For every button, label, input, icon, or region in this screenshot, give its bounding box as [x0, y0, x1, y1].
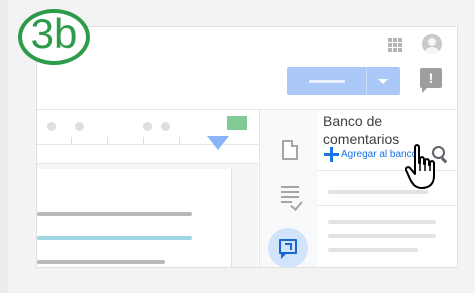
document-icon[interactable]: [282, 140, 298, 160]
step-badge: 3b: [18, 9, 90, 65]
document-page[interactable]: [37, 169, 231, 267]
top-header: !: [37, 27, 457, 110]
classroom-grading-window: ! Banco de comentarios Agregar al banco: [37, 27, 457, 267]
hand-cursor-icon: [405, 144, 435, 189]
split-action-button[interactable]: [287, 67, 400, 95]
account-avatar-icon[interactable]: [422, 34, 442, 54]
add-to-bank-link[interactable]: Agregar al banco: [324, 147, 417, 162]
ruler-dot: [161, 122, 170, 131]
side-tool-strip: [259, 110, 319, 267]
comment-bank-tab[interactable]: [268, 228, 308, 267]
ruler-margin-marker[interactable]: [227, 116, 247, 130]
primary-action-button[interactable]: [287, 67, 367, 95]
text-line-placeholder: [37, 212, 192, 216]
divider: [318, 205, 457, 206]
comment-bank-icon: [279, 239, 297, 259]
plus-icon: [324, 147, 339, 162]
ruler-dot: [143, 122, 152, 131]
ruler-dot: [75, 122, 84, 131]
feedback-icon[interactable]: !: [420, 68, 442, 93]
background-panel-edge: [0, 0, 8, 293]
comment-placeholder: [328, 248, 418, 252]
document-canvas: [37, 164, 258, 267]
comment-placeholder: [328, 220, 436, 224]
step-label: 3b: [30, 10, 78, 57]
ruler-dot: [47, 122, 56, 131]
apps-grid-icon[interactable]: [388, 38, 402, 52]
highlighted-text-line[interactable]: [37, 236, 192, 240]
chevron-down-icon[interactable]: [367, 67, 400, 95]
comment-placeholder: [328, 234, 436, 238]
document-ruler: [37, 110, 258, 164]
ruler-indent-marker[interactable]: [207, 136, 229, 150]
text-line-placeholder: [37, 260, 165, 264]
rubric-checklist-icon[interactable]: [281, 186, 303, 211]
